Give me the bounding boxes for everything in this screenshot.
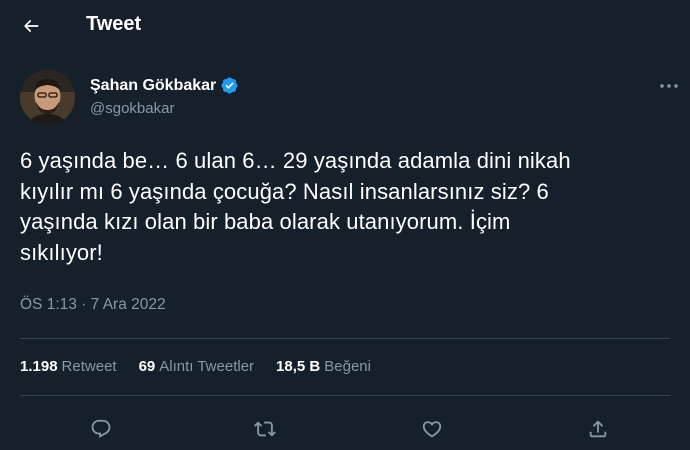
reply-icon [91,419,111,438]
stat-label: Beğeni [324,358,371,375]
divider [20,395,670,396]
more-button[interactable] [654,74,684,98]
avatar[interactable] [20,70,75,125]
page-title: Tweet [86,13,142,35]
stat-count: 1.198 [20,358,58,375]
top-bar: Tweet [0,0,690,52]
tweet-line: kıyılır mı 6 yaşında çocuğa? Nasıl insan… [20,178,549,204]
reply-button[interactable] [84,412,118,446]
avatar-image [20,70,75,125]
retweet-button[interactable] [248,412,282,446]
action-bar [0,408,690,448]
stat-count: 69 [138,358,156,375]
engagement-stats: 1.198 Retweet 69 Alıntı Tweetler 18,5 B … [20,358,393,375]
back-button[interactable] [14,9,48,43]
tweet-line: yaşında kızı olan bir baba olarak utanıy… [20,209,511,234]
more-horizontal-icon [660,84,678,88]
like-button[interactable] [415,412,449,446]
tweet-line: sıkılıyor! [20,239,103,265]
heart-icon [422,421,442,438]
stat-label: Alıntı Tweetler [159,358,255,375]
share-button[interactable] [581,412,615,446]
divider [20,338,670,339]
author-name[interactable]: Şahan Gökbakar [90,77,216,95]
like-count[interactable]: 18,5 B Beğeni [276,358,371,375]
author-handle[interactable]: @sgokbakar [90,100,174,117]
tweet-line: 6 yaşında be… 6 ulan 6… 29 yaşında adaml… [20,148,571,173]
author-name-row: Şahan Gökbakar [90,76,239,95]
tweet-timestamp[interactable]: ÖS 1:13 · 7 Ara 2022 [20,296,166,314]
tweet-text: 6 yaşında be… 6 ulan 6… 29 yaşında adaml… [20,146,680,268]
retweet-icon [254,421,276,437]
arrow-left-icon [24,20,39,32]
stat-label: Retweet [61,358,117,375]
verified-badge-icon [221,77,238,94]
quote-tweet-count[interactable]: 69 Alıntı Tweetler [139,358,254,375]
retweet-count[interactable]: 1.198 Retweet [20,358,117,375]
stat-count: 18,5 B [276,358,321,375]
share-icon [589,420,607,438]
